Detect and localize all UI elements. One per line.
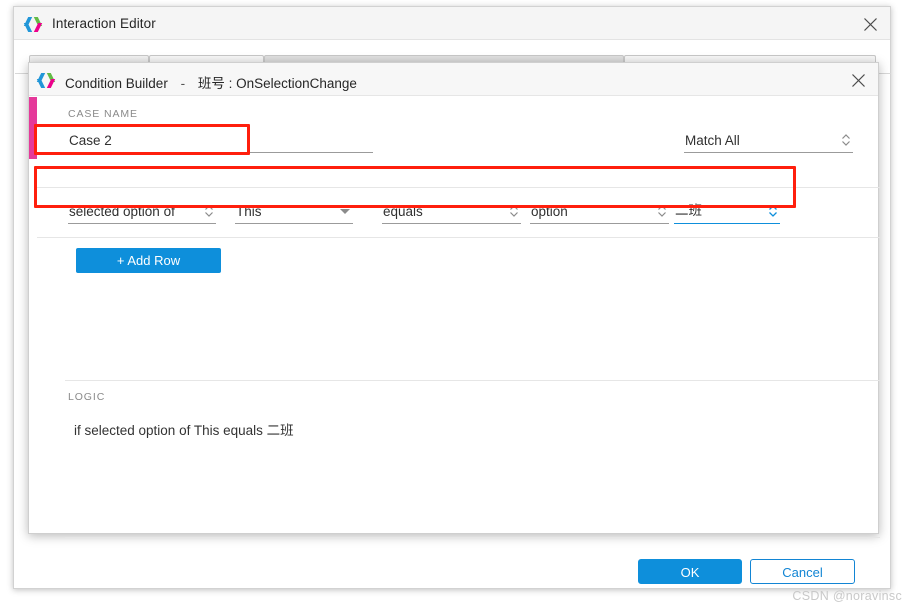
case-name-input[interactable]: Case 2	[68, 127, 373, 153]
condition-row-top-divider	[37, 187, 880, 188]
condition-target-dropdown[interactable]: This	[235, 198, 353, 224]
condition-row-bottom-divider	[37, 237, 880, 238]
condition-subject-value: selected option of	[69, 204, 175, 219]
condition-value-dropdown[interactable]: 二班	[674, 198, 780, 224]
condition-builder-title-subject: 班号 : OnSelectionChange	[197, 76, 357, 91]
condition-builder-title: Condition Builder - 班号 : OnSelectionChan…	[65, 72, 357, 92]
condition-value-value: 二班	[675, 203, 702, 218]
inner-ok-button[interactable]: OK	[638, 559, 742, 584]
stepper-updown-icon	[657, 204, 667, 218]
chevron-down-icon	[340, 209, 350, 214]
axure-x-logo-icon	[36, 72, 56, 88]
close-icon[interactable]	[838, 64, 878, 94]
watermark: CSDN @noravinsc	[792, 589, 902, 603]
logic-top-divider	[65, 380, 880, 381]
footer-divider	[65, 537, 880, 538]
screen-root: Interaction Editor OK Cancel	[0, 0, 910, 609]
stepper-updown-icon	[204, 204, 214, 218]
condition-operator-dropdown[interactable]: equals	[382, 198, 521, 224]
condition-value-type-value: option	[531, 204, 568, 219]
condition-builder-titlebar: Condition Builder - 班号 : OnSelectionChan…	[29, 63, 878, 96]
match-mode-value: Match All	[685, 133, 740, 148]
condition-subject-dropdown[interactable]: selected option of	[68, 198, 216, 224]
condition-builder-title-separator: -	[180, 76, 186, 91]
logic-label: LOGIC	[68, 391, 106, 403]
condition-target-value: This	[236, 204, 262, 219]
case-name-value: Case 2	[69, 133, 112, 148]
logic-expression: if selected option of This equals 二班	[74, 423, 294, 438]
condition-builder-content: CASE NAME Case 2 Match All selected opti…	[29, 97, 880, 584]
interaction-editor-title: Interaction Editor	[52, 16, 156, 31]
condition-builder-title-main: Condition Builder	[65, 76, 168, 91]
inner-cancel-button[interactable]: Cancel	[750, 559, 855, 584]
condition-builder-dialog: Condition Builder - 班号 : OnSelectionChan…	[28, 62, 880, 584]
close-icon[interactable]	[850, 8, 890, 38]
add-row-button[interactable]: + Add Row	[76, 248, 221, 273]
stepper-updown-icon	[841, 133, 851, 147]
condition-value-type-dropdown[interactable]: option	[530, 198, 669, 224]
condition-operator-value: equals	[383, 204, 423, 219]
match-mode-dropdown[interactable]: Match All	[684, 127, 853, 153]
axure-x-logo-icon	[23, 16, 43, 32]
stepper-updown-icon	[768, 204, 778, 218]
interaction-editor-titlebar: Interaction Editor	[14, 7, 890, 40]
stepper-updown-icon	[509, 204, 519, 218]
case-name-label: CASE NAME	[68, 108, 138, 120]
